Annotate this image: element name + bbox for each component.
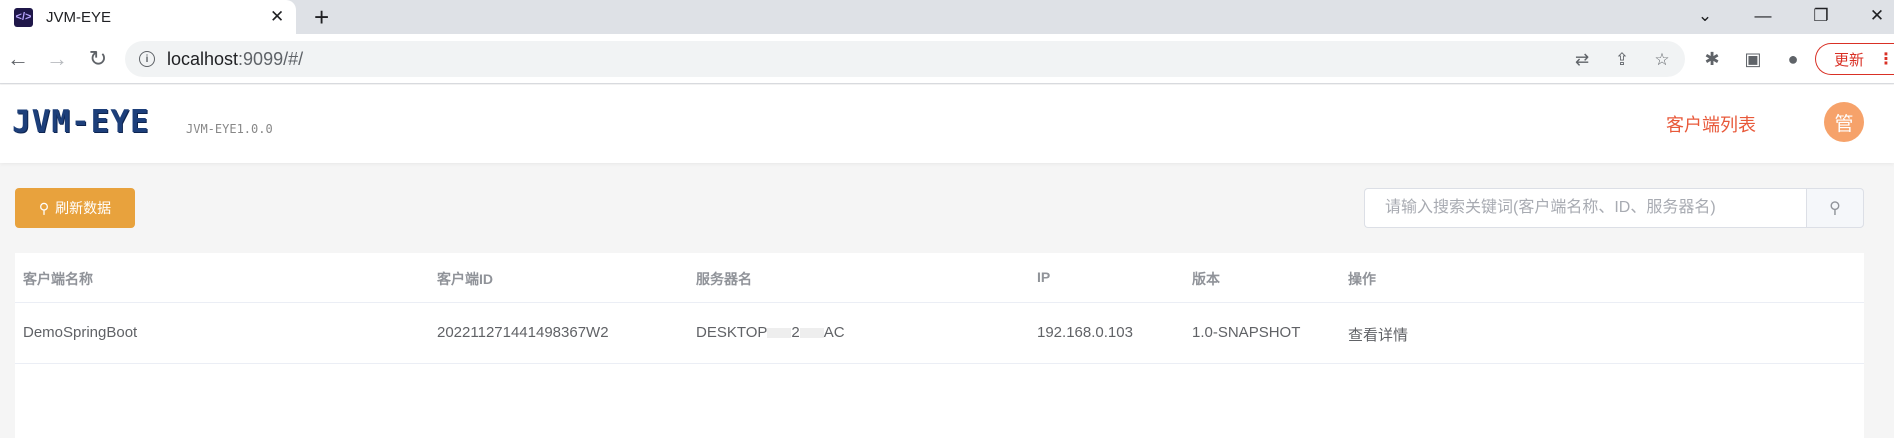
side-panel-icon[interactable]: ▣ <box>1741 47 1765 71</box>
bookmark-star-icon[interactable]: ☆ <box>1651 49 1673 71</box>
translate-icon[interactable]: ⇄ <box>1571 49 1593 71</box>
forward-icon: → <box>46 46 68 71</box>
column-header-ip: IP <box>1037 269 1051 285</box>
tab-search-chevron-icon[interactable]: ⌄ <box>1690 2 1720 30</box>
update-button[interactable]: 更新 ⋮ <box>1815 43 1894 75</box>
new-tab-icon[interactable]: + <box>314 3 329 31</box>
view-details-link[interactable]: 查看详情 <box>1348 324 1408 345</box>
redaction-mask <box>767 328 792 339</box>
search-icon: ⚲ <box>38 199 50 216</box>
client-table: 客户端名称 客户端ID 服务器名 IP 版本 操作 DemoSpringBoot… <box>15 253 1864 438</box>
refresh-data-button[interactable]: ⚲ 刷新数据 <box>15 188 135 228</box>
search-input[interactable] <box>1364 188 1806 228</box>
browser-tabstrip: </> JVM-EYE ✕ + ⌄ — ❐ ✕ <box>0 0 1894 34</box>
share-icon[interactable]: ⇪ <box>1611 49 1633 71</box>
extensions-icon[interactable]: ✱ <box>1700 47 1724 71</box>
app-version: JVM-EYE1.0.0 <box>186 122 273 136</box>
search-button[interactable]: ⚲ <box>1806 188 1864 228</box>
close-tab-icon[interactable]: ✕ <box>270 7 284 27</box>
nav-client-list[interactable]: 客户端列表 <box>1666 111 1756 137</box>
profile-icon[interactable]: ● <box>1781 47 1805 71</box>
close-window-icon[interactable]: ✕ <box>1862 2 1892 30</box>
table-header-row: 客户端名称 客户端ID 服务器名 IP 版本 操作 <box>15 253 1864 303</box>
menu-kebab-icon: ⋮ <box>1878 51 1894 68</box>
redaction-mask <box>799 328 824 339</box>
minimize-icon[interactable]: — <box>1748 2 1778 30</box>
table-row: DemoSpringBoot 20221127144149836​7W2 DES… <box>15 303 1864 364</box>
column-header-action: 操作 <box>1348 271 1376 287</box>
client-version: 1.0-SNAPSHOT <box>1192 324 1301 341</box>
user-avatar[interactable]: 管 <box>1824 102 1864 142</box>
app-favicon-icon: </> <box>14 7 33 27</box>
restore-icon[interactable]: ❐ <box>1806 2 1836 30</box>
server-name: DESKTOP 2 AC <box>696 324 845 341</box>
column-header-name: 客户端名称 <box>23 271 93 287</box>
column-header-version: 版本 <box>1192 271 1220 287</box>
site-info-icon[interactable]: i <box>139 51 155 67</box>
client-id: 20221127144149836​7W2 <box>437 324 609 341</box>
url-text[interactable]: localhost:9099/#/ <box>167 49 303 70</box>
app-logo[interactable]: JVM-EYE <box>12 104 150 140</box>
address-bar[interactable]: i localhost:9099/#/ ⇄ ⇪ ☆ <box>125 41 1685 77</box>
search-box: ⚲ <box>1364 188 1864 228</box>
reload-icon[interactable]: ↻ <box>82 43 114 75</box>
back-icon[interactable]: ← <box>2 43 34 75</box>
column-header-server: 服务器名 <box>696 271 752 287</box>
tab-title: JVM-EYE <box>46 8 112 26</box>
app-header: JVM-EYE JVM-EYE1.0.0 客户端列表 管 <box>0 85 1894 163</box>
column-header-id: 客户端ID <box>437 271 493 287</box>
client-name: DemoSpringBoot <box>23 324 138 341</box>
search-icon: ⚲ <box>1829 200 1841 217</box>
browser-tab[interactable]: </> JVM-EYE ✕ <box>0 0 296 34</box>
client-ip: 192.168.0.103 <box>1037 324 1133 341</box>
browser-toolbar: ← → ↻ i localhost:9099/#/ ⇄ ⇪ ☆ ✱ ▣ ● 更新… <box>0 34 1894 84</box>
